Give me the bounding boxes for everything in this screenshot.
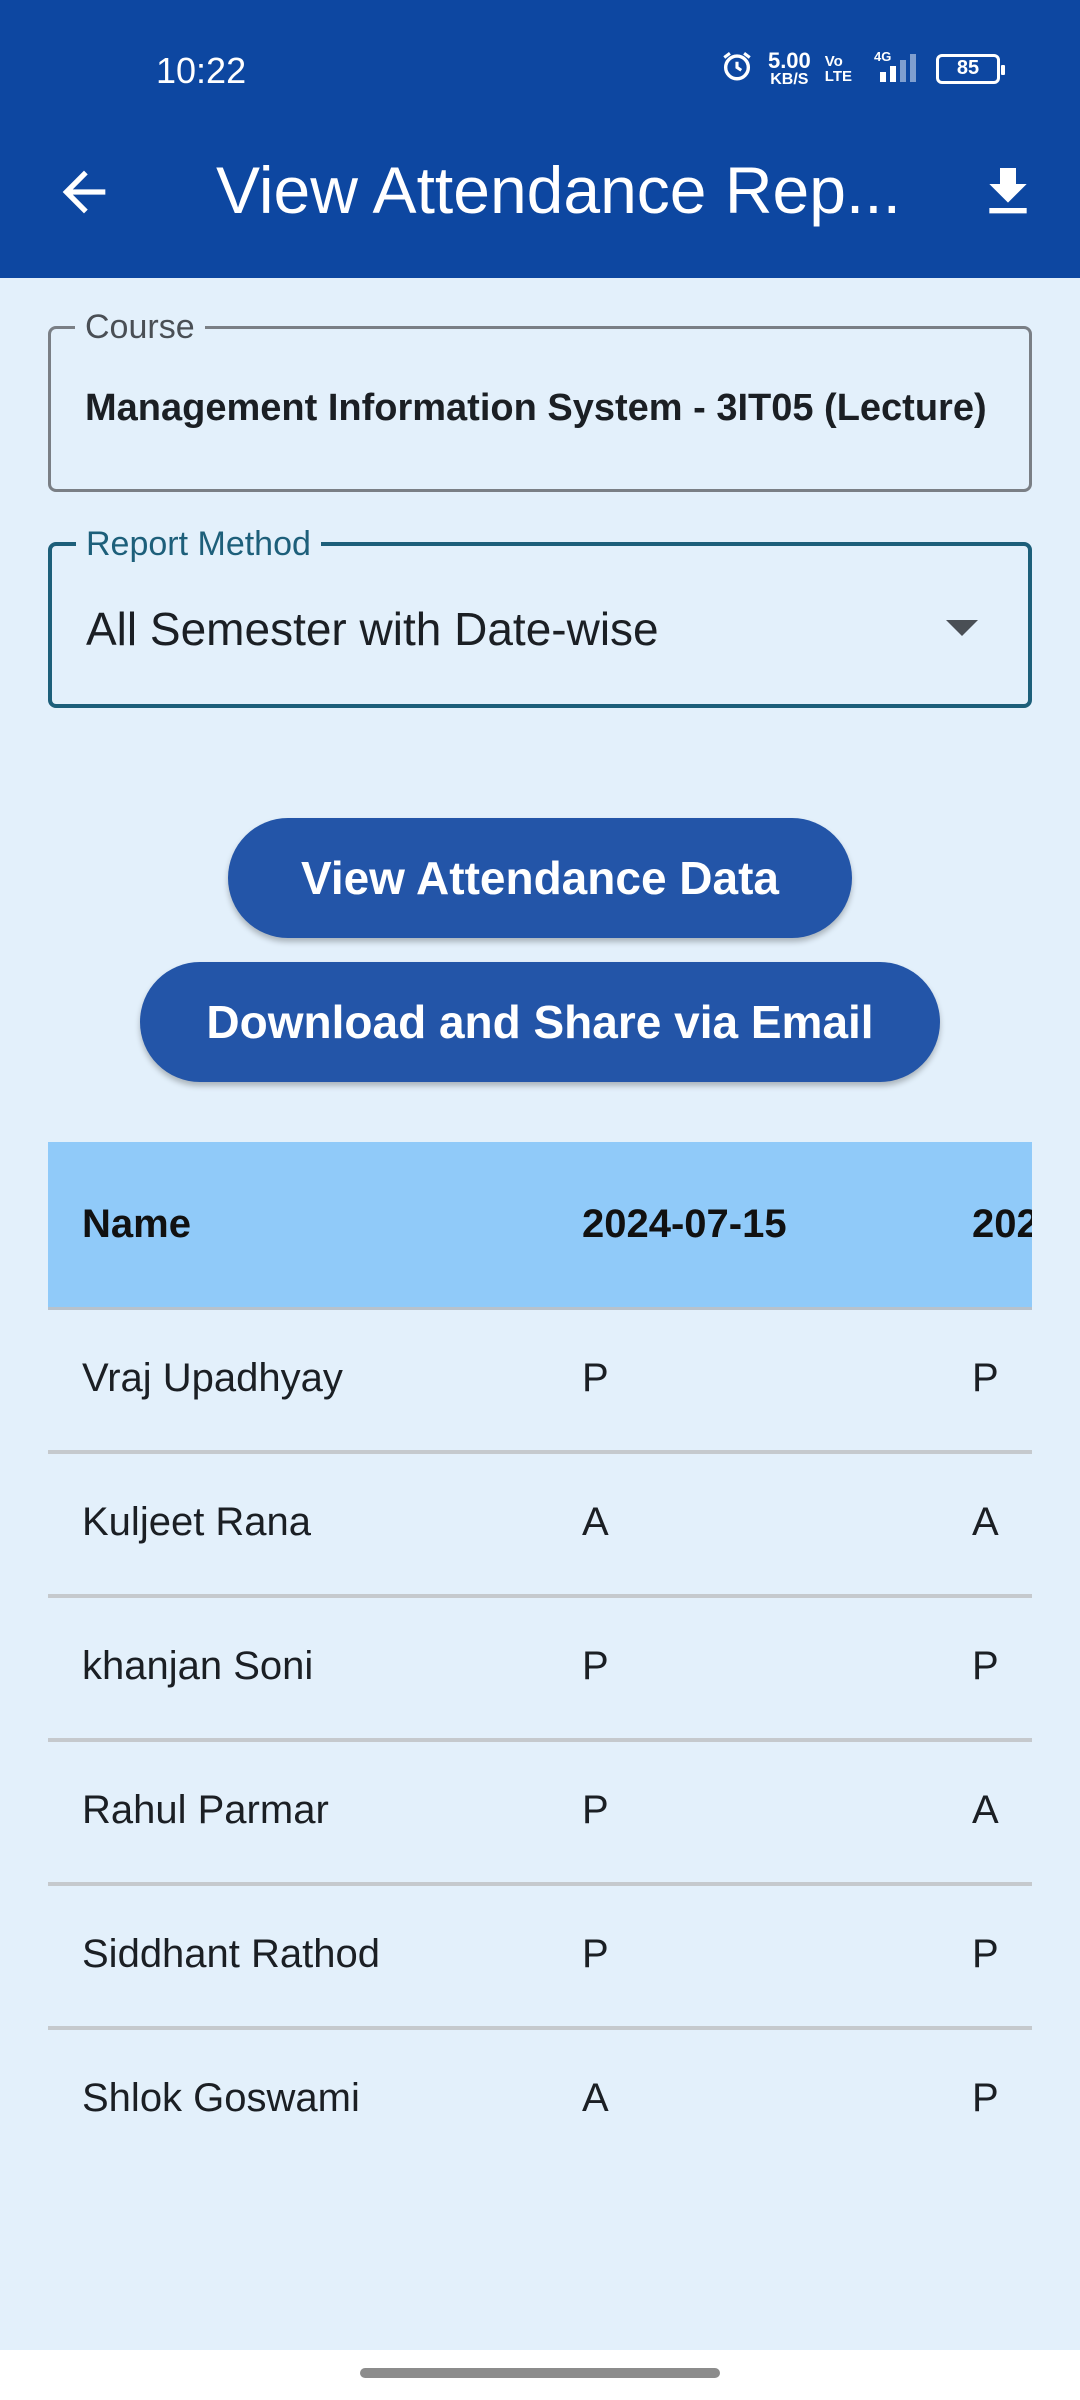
course-label: Course: [75, 307, 205, 347]
cell-name: Vraj Upadhyay: [82, 1356, 343, 1400]
network-speed: 5.00 KB/S: [767, 47, 811, 88]
table-row: Shlok Goswami A P: [48, 2030, 1032, 2132]
header-date-2: 202: [972, 1202, 1032, 1246]
volte-indicator: Vo LTE: [824, 52, 852, 85]
cell-name: Kuljeet Rana: [82, 1500, 312, 1544]
course-value: Management Information System - 3IT05 (L…: [85, 387, 987, 429]
cell-status: P: [972, 1356, 999, 1400]
cell-status: A: [972, 1500, 999, 1544]
back-button[interactable]: [52, 160, 116, 224]
header-date-1: 2024-07-15: [582, 1202, 787, 1246]
table-row: khanjan Soni P P: [48, 1598, 1032, 1742]
top-app-bar: 10:22 5.00 KB/S Vo LTE 4G 85 View Attend…: [0, 0, 1080, 278]
cell-name: Rahul Parmar: [82, 1788, 329, 1832]
cell-status: P: [582, 1932, 609, 1976]
cell-status: P: [972, 1644, 999, 1688]
arrow-left-icon: [62, 170, 106, 214]
report-method-value: All Semester with Date-wise: [86, 603, 659, 655]
cell-status: P: [972, 2076, 999, 2120]
report-method-label: Report Method: [76, 524, 321, 564]
cell-status: P: [582, 1356, 609, 1400]
status-icons: 5.00 KB/S Vo LTE 4G 85: [720, 47, 1005, 89]
svg-text:4G: 4G: [874, 49, 891, 64]
cell-status: A: [582, 2076, 609, 2120]
table-row: Vraj Upadhyay P P: [48, 1310, 1032, 1454]
table-header: Name 2024-07-15 202: [48, 1142, 1032, 1310]
attendance-table: Name 2024-07-15 202 Vraj Upadhyay P P Ku…: [48, 1142, 1032, 2132]
table-row: Rahul Parmar P A: [48, 1742, 1032, 1886]
page-title: View Attendance Rep...: [216, 153, 901, 227]
cell-name: khanjan Soni: [82, 1644, 314, 1688]
alarm-icon: [720, 49, 754, 88]
signal-4g-icon: 4G: [866, 48, 922, 89]
battery-indicator: 85: [936, 53, 1005, 84]
report-method-dropdown[interactable]: Report Method All Semester with Date-wis…: [48, 524, 1032, 708]
cell-name: Siddhant Rathod: [82, 1932, 381, 1976]
course-field[interactable]: Course Management Information System - 3…: [48, 307, 1032, 492]
table-row: Kuljeet Rana A A: [48, 1454, 1032, 1598]
download-share-email-button[interactable]: Download and Share via Email: [140, 962, 940, 1082]
cell-name: Shlok Goswami: [82, 2076, 360, 2120]
screen: 10:22 5.00 KB/S Vo LTE 4G 85 View Attend…: [0, 0, 1080, 2400]
cell-status: P: [582, 1788, 609, 1832]
cell-status: A: [972, 1788, 999, 1832]
cell-status: A: [582, 1500, 609, 1544]
download-icon: [989, 168, 1027, 214]
cell-status: P: [972, 1932, 999, 1976]
dropdown-arrow-icon: [946, 620, 978, 636]
view-attendance-button[interactable]: View Attendance Data: [228, 818, 852, 938]
home-indicator[interactable]: [360, 2368, 720, 2378]
table-row: Siddhant Rathod P P: [48, 1886, 1032, 2030]
header-name: Name: [82, 1202, 191, 1246]
cell-status: P: [582, 1644, 609, 1688]
download-button[interactable]: [976, 160, 1040, 224]
status-time: 10:22: [156, 50, 247, 91]
